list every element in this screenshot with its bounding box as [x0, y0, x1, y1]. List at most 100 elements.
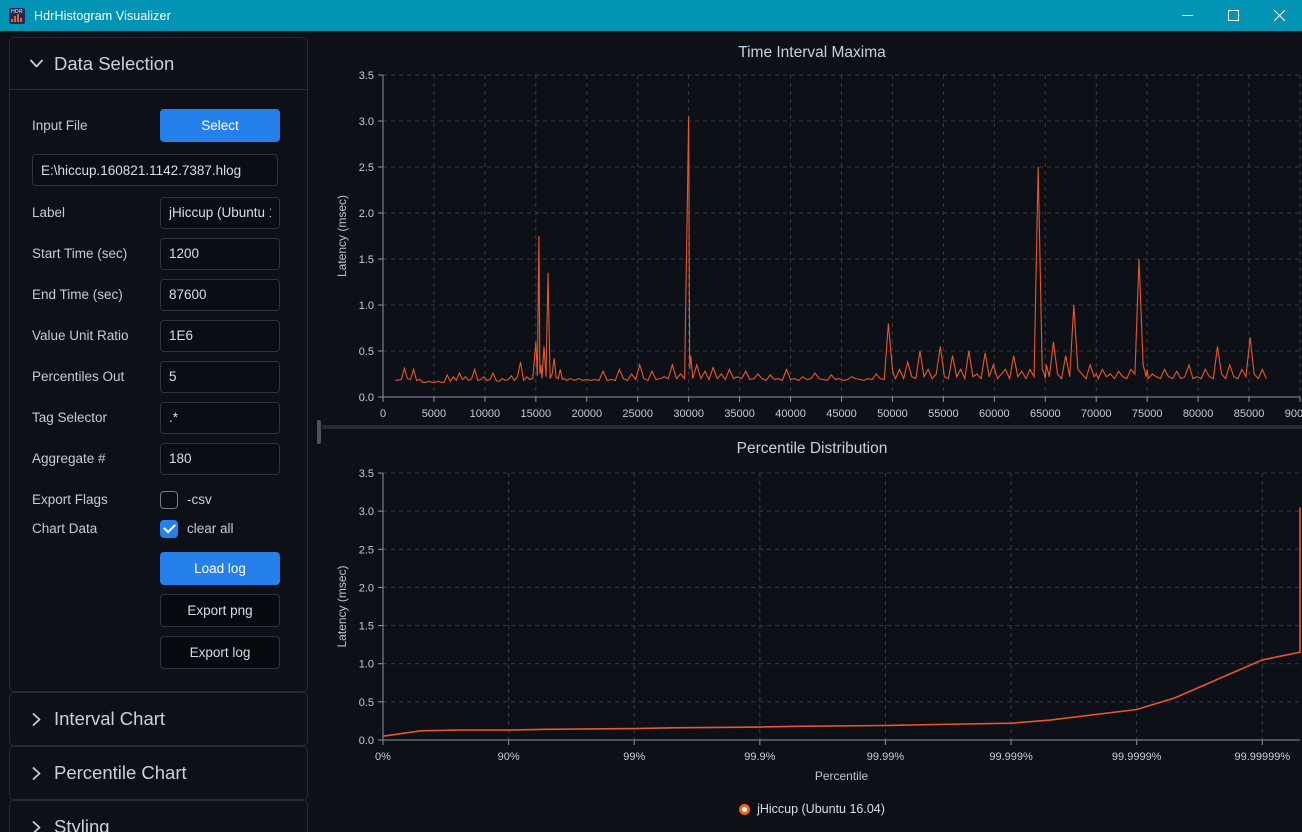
svg-text:2.0: 2.0 [359, 582, 374, 594]
svg-text:99.99%: 99.99% [867, 751, 905, 763]
svg-text:99.9999%: 99.9999% [1112, 751, 1162, 763]
field-row-label: Label [10, 192, 307, 233]
aggregate-input[interactable] [160, 442, 280, 475]
chevron-right-icon [28, 820, 44, 832]
start-time-input[interactable] [160, 237, 280, 270]
legend-label: jHiccup (Ubuntu 16.04) [757, 802, 885, 816]
vertical-splitter-handle[interactable] [317, 420, 321, 444]
export-flags-row: Export Flags -csv [10, 485, 307, 514]
window-title: HdrHistogram Visualizer [34, 8, 171, 23]
value-unit-ratio-label: Value Unit Ratio [32, 328, 129, 343]
svg-text:Percentile: Percentile [815, 769, 869, 783]
load-log-button[interactable]: Load log [160, 552, 280, 585]
svg-text:99%: 99% [623, 751, 645, 763]
svg-text:1.5: 1.5 [359, 621, 374, 633]
svg-text:99.9%: 99.9% [744, 751, 775, 763]
chart-time-interval-maxima: Time Interval Maxima 0 5000 10000 15000 2000… [322, 31, 1302, 424]
svg-text:1.0: 1.0 [359, 659, 374, 671]
horizontal-splitter-bar [322, 425, 1302, 429]
chevron-down-icon [28, 59, 44, 68]
svg-text:1.0: 1.0 [359, 300, 374, 312]
chart-data-row: Chart Data clear all [10, 514, 307, 543]
svg-text:1.5: 1.5 [359, 254, 374, 266]
svg-text:99.999%: 99.999% [989, 751, 1033, 763]
svg-text:65000: 65000 [1030, 408, 1061, 420]
tag-selector-input[interactable] [160, 401, 280, 434]
sidebar: Data Selection Input File Select Label S… [0, 31, 316, 832]
panel-percentile-chart: Percentile Chart [9, 746, 308, 800]
select-file-button[interactable]: Select [160, 108, 280, 142]
svg-text:55000: 55000 [928, 408, 959, 420]
export-log-button[interactable]: Export log [160, 636, 280, 669]
svg-text:0: 0 [380, 408, 386, 420]
start-time-label: Start Time (sec) [32, 246, 128, 261]
input-file-row: Input File Select [10, 102, 307, 148]
minimize-icon[interactable] [1164, 0, 1210, 31]
panel-data-selection: Data Selection Input File Select Label S… [9, 37, 308, 692]
percentiles-out-label: Percentiles Out [32, 369, 125, 384]
chevron-right-icon [28, 766, 44, 780]
end-time-input[interactable] [160, 278, 280, 311]
svg-text:25000: 25000 [622, 408, 653, 420]
svg-text:75000: 75000 [1132, 408, 1163, 420]
panel-title: Data Selection [54, 52, 175, 74]
panel-body-data-selection: Input File Select Label Start Time (sec)… [10, 90, 307, 691]
field-row-end-time: End Time (sec) [10, 274, 307, 315]
aggregate-label: Aggregate # [32, 451, 106, 466]
csv-checkbox[interactable] [160, 490, 178, 509]
clear-all-checkbox[interactable] [160, 519, 178, 538]
window-titlebar: HDR HdrHistogram Visualizer [0, 0, 1302, 31]
file-path-input[interactable] [32, 154, 278, 186]
csv-checkbox-label: -csv [187, 492, 212, 507]
percentile-distribution-plot: 0% 90% 99% 99.9% 99.99% 99.999% 99.9999% 99.999… [335, 468, 1301, 783]
value-unit-ratio-input[interactable] [160, 319, 280, 352]
svg-text:3.0: 3.0 [359, 506, 374, 518]
panel-styling: Styling [9, 800, 308, 832]
percentiles-out-input[interactable] [160, 360, 280, 393]
label-input[interactable] [160, 196, 280, 229]
chart-data-label: Chart Data [32, 521, 98, 536]
field-row-value-unit-ratio: Value Unit Ratio [10, 315, 307, 356]
svg-text:15000: 15000 [521, 408, 552, 420]
svg-text:70000: 70000 [1081, 408, 1112, 420]
export-flags-label: Export Flags [32, 492, 108, 507]
panel-header-styling[interactable]: Styling [10, 801, 307, 832]
time-interval-maxima-plot: 0 5000 10000 15000 20000 25000 30000 35000 40000… [335, 70, 1302, 420]
maximize-icon[interactable] [1210, 0, 1256, 31]
panel-title: Interval Chart [54, 708, 166, 729]
svg-text:35000: 35000 [724, 408, 755, 420]
svg-text:Latency (msec): Latency (msec) [335, 565, 349, 647]
panel-header-interval-chart[interactable]: Interval Chart [10, 693, 307, 745]
svg-text:10000: 10000 [470, 408, 501, 420]
field-row-aggregate: Aggregate # [10, 438, 307, 479]
panel-title: Styling [54, 816, 110, 832]
svg-text:3.5: 3.5 [359, 468, 374, 480]
svg-text:2.5: 2.5 [359, 544, 374, 556]
svg-text:0.0: 0.0 [359, 735, 374, 747]
svg-text:20000: 20000 [571, 408, 602, 420]
end-time-label: End Time (sec) [32, 287, 123, 302]
svg-text:40000: 40000 [775, 408, 806, 420]
svg-text:3.0: 3.0 [359, 116, 374, 128]
file-path-row [10, 148, 307, 192]
svg-text:0.0: 0.0 [359, 392, 374, 404]
panel-header-data-selection[interactable]: Data Selection [10, 38, 307, 90]
panel-header-percentile-chart[interactable]: Percentile Chart [10, 747, 307, 799]
svg-text:60000: 60000 [979, 408, 1010, 420]
field-row-tag-selector: Tag Selector [10, 397, 307, 438]
svg-text:90000: 90000 [1285, 408, 1302, 420]
field-row-percentiles-out: Percentiles Out [10, 356, 307, 397]
chart-percentile-distribution: Percentile Distribution 0% 90% 99% 99.9% 99.… [322, 430, 1302, 832]
svg-text:0.5: 0.5 [359, 346, 374, 358]
tag-selector-label: Tag Selector [32, 410, 108, 425]
chevron-right-icon [28, 712, 44, 726]
export-png-button[interactable]: Export png [160, 594, 280, 627]
action-buttons: Load log Export png Export log [10, 552, 307, 669]
chart-legend: jHiccup (Ubuntu 16.04) [322, 802, 1302, 816]
svg-text:45000: 45000 [826, 408, 857, 420]
svg-text:2.5: 2.5 [359, 162, 374, 174]
svg-text:50000: 50000 [877, 408, 908, 420]
input-file-label: Input File [32, 117, 88, 133]
panel-title: Percentile Chart [54, 762, 187, 783]
close-icon[interactable] [1256, 0, 1302, 31]
